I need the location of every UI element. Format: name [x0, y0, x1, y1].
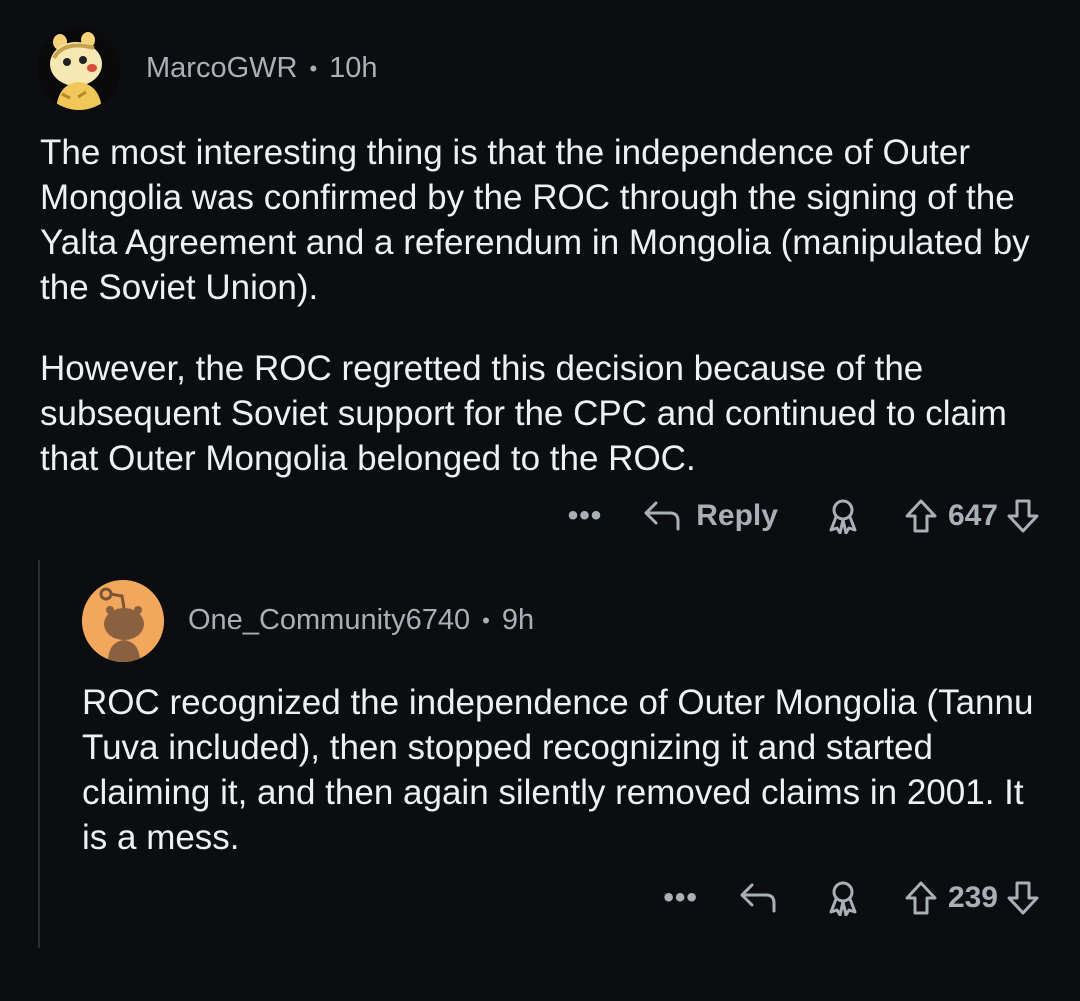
award-button[interactable]: [826, 880, 860, 916]
upvote-button[interactable]: [904, 880, 938, 916]
award-icon: [829, 881, 857, 916]
upvote-button[interactable]: [904, 498, 938, 534]
award-button[interactable]: [826, 498, 860, 534]
snoo-tiger-avatar-icon: [38, 28, 120, 110]
reply-button[interactable]: [738, 881, 778, 915]
timestamp: 9h: [501, 604, 535, 636]
comment-paragraph: The most interesting thing is that the i…: [40, 133, 1030, 307]
downvote-arrow-icon: [1007, 881, 1039, 915]
award-icon: [829, 499, 857, 534]
meta-separator: •: [482, 607, 490, 633]
reply-arrow-icon: [740, 883, 776, 913]
username[interactable]: One_Community6740: [188, 604, 470, 637]
comment-paragraph: However, the ROC regretted this decision…: [40, 349, 1007, 478]
comment-paragraph: ROC recognized the independence of Outer…: [82, 683, 1034, 857]
comment-actions: ••• Reply 647: [568, 498, 1040, 534]
comment-meta: One_Community6740 • 9h: [188, 604, 534, 637]
more-icon: •••: [567, 499, 603, 532]
avatar[interactable]: [82, 580, 164, 662]
comment-one-community6740: One_Community6740 • 9h ROC recognized th…: [0, 560, 1080, 1001]
reply-button[interactable]: Reply: [642, 499, 778, 533]
vote-score: 239: [947, 881, 998, 914]
meta-separator: •: [309, 55, 318, 81]
comment-marcogwr: MarcoGWR • 10h The most interesting thin…: [0, 0, 1080, 560]
more-icon: •••: [663, 881, 698, 914]
reply-label: Reply: [696, 499, 778, 532]
timestamp: 10h: [329, 52, 378, 84]
reply-arrow-icon: [644, 501, 680, 531]
comment-actions: ••• 239: [663, 880, 1040, 916]
more-options-button[interactable]: •••: [568, 501, 603, 531]
vote-score: 647: [947, 499, 998, 532]
username[interactable]: MarcoGWR: [146, 52, 297, 85]
more-options-button[interactable]: •••: [663, 883, 698, 913]
downvote-button[interactable]: [1006, 880, 1040, 916]
downvote-button[interactable]: [1006, 498, 1040, 534]
downvote-arrow-icon: [1007, 499, 1039, 533]
avatar[interactable]: [38, 28, 120, 110]
comment-body: ROC recognized the independence of Outer…: [82, 680, 1052, 860]
upvote-arrow-icon: [905, 881, 937, 915]
upvote-arrow-icon: [905, 499, 937, 533]
snoo-default-avatar-icon: [82, 580, 164, 662]
comment-meta: MarcoGWR • 10h: [146, 52, 378, 85]
comment-body: The most interesting thing is that the i…: [40, 130, 1050, 481]
